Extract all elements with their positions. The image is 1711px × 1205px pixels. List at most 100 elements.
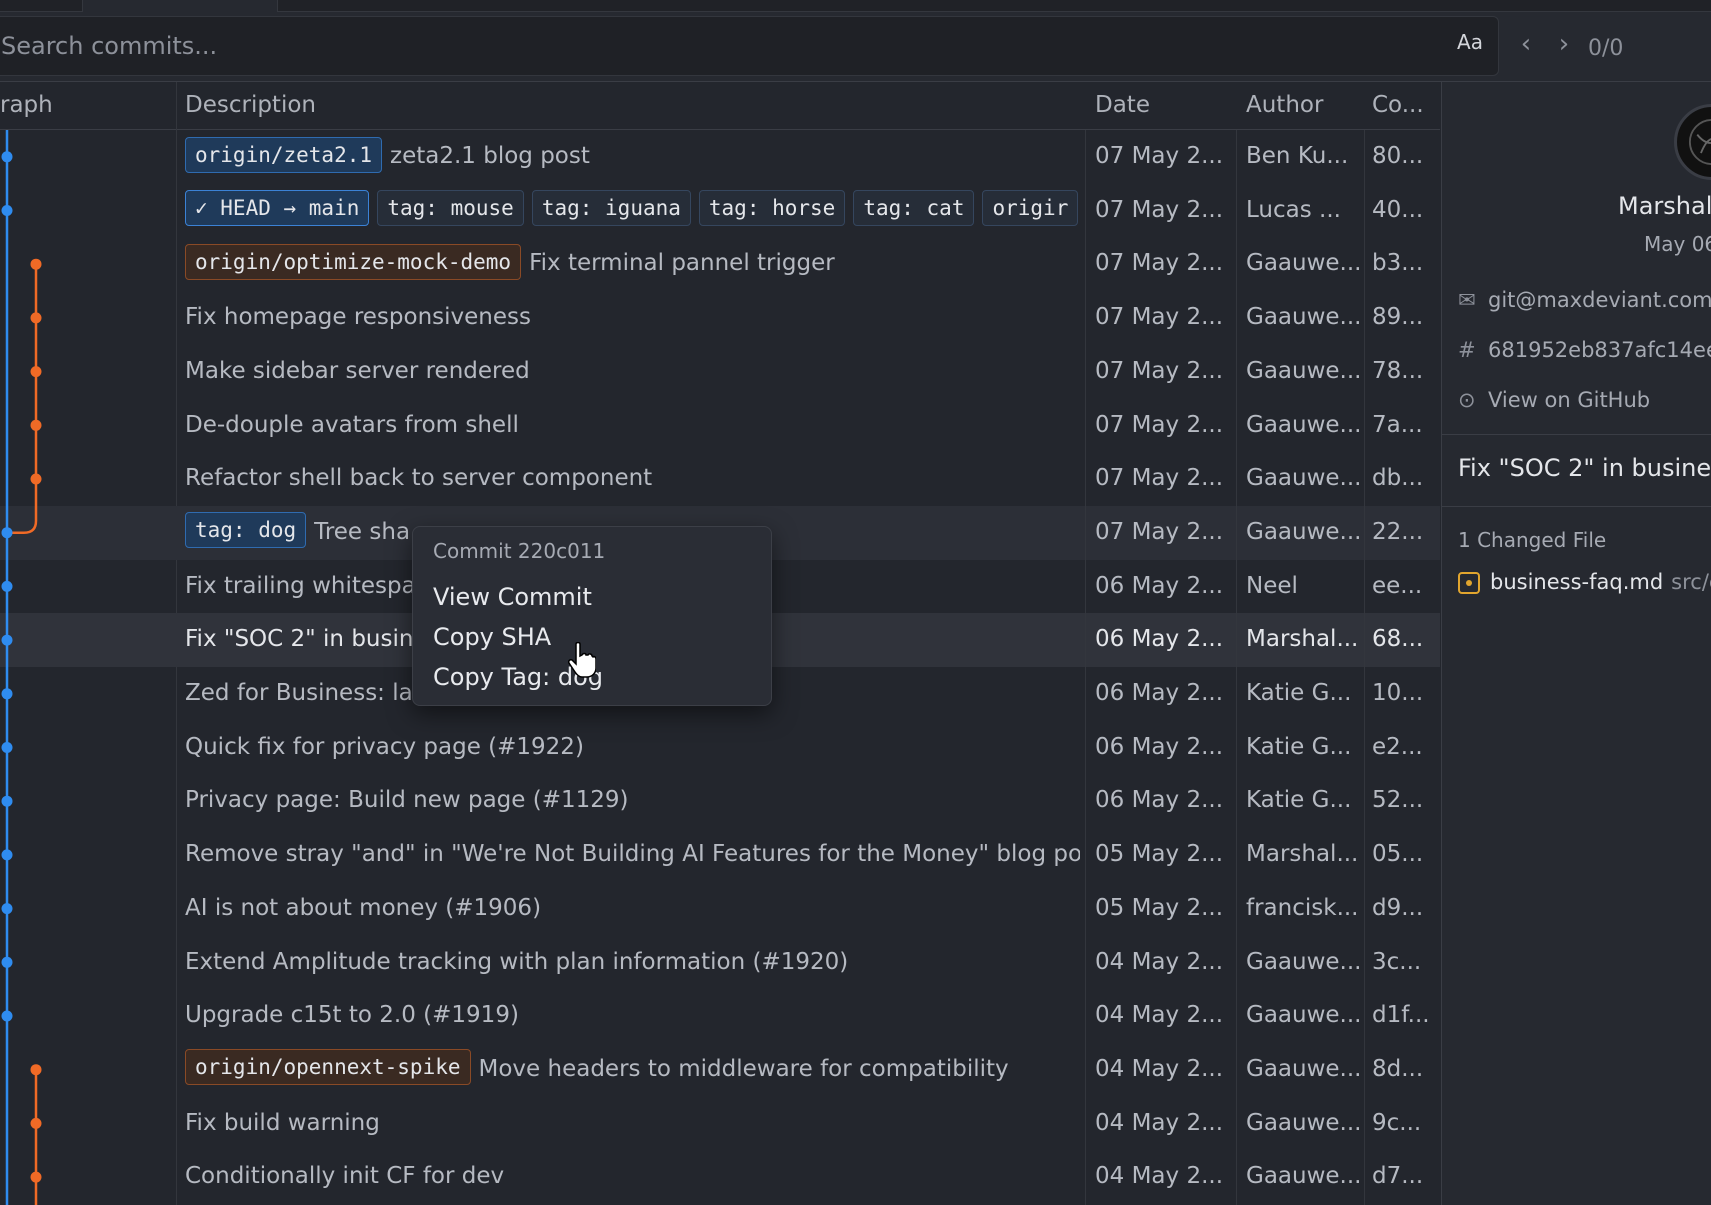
ref-badge[interactable]: tag: cat (853, 190, 975, 227)
commit-date-cell: 06 May 2... (1095, 680, 1224, 706)
changed-file-item[interactable]: business-faq.md src/c (1458, 570, 1711, 594)
table-row[interactable]: Refactor shell back to server component 0… (0, 452, 1440, 506)
github-icon: ⊙ (1458, 388, 1476, 412)
menu-item-copy-sha[interactable]: Copy SHA (433, 623, 551, 651)
commit-author-cell: Gaauwe... (1246, 411, 1362, 438)
chevron-left-icon[interactable]: ‹ (1514, 31, 1538, 57)
commit-sha-cell: db... (1372, 465, 1424, 492)
ref-badge[interactable]: origin/opennext-spike (185, 1049, 471, 1086)
table-row[interactable]: ✓ HEAD → main tag: mouse tag: iguana tag: h… (0, 184, 1440, 238)
commit-message: Move headers to middleware for compatibi… (478, 1055, 1009, 1082)
commit-sha-cell: d7... (1372, 1163, 1424, 1190)
commit-date-cell: 06 May 2... (1095, 572, 1224, 599)
commit-sha-cell: b3... (1372, 250, 1424, 277)
table-row[interactable]: Remove stray "and" in "We're Not Buildin… (0, 828, 1440, 882)
case-sensitive-toggle[interactable]: Aa (1450, 26, 1490, 58)
commit-dot (1, 849, 13, 861)
commit-date-cell: 07 May 2... (1095, 143, 1224, 169)
commit-message: Fix build warning (185, 1109, 380, 1136)
github-link[interactable]: ⊙ View on GitHub (1458, 388, 1650, 412)
side-branch-line (7, 264, 38, 534)
commit-description: origin/zeta2.1 zeta2.1 blog post (185, 130, 1080, 184)
commit-author-cell: Katie G... (1246, 787, 1352, 814)
commit-sha-cell: 52... (1372, 787, 1424, 814)
commit-dot (1, 527, 13, 539)
commit-dot (1, 795, 13, 807)
menu-item-view-commit[interactable]: View Commit (433, 583, 592, 611)
commit-dot (1, 903, 13, 915)
commit-dot (30, 419, 42, 431)
table-row[interactable]: AI is not about money (#1906) 05 May 2...… (0, 882, 1440, 936)
commit-date-cell: 04 May 2... (1095, 1109, 1224, 1136)
ref-badge[interactable]: tag: mouse (377, 190, 524, 227)
table-row[interactable]: origin/optimize-mock-demo Fix terminal pa… (0, 237, 1440, 291)
tab-active[interactable] (82, 0, 278, 12)
table-row[interactable]: Fix homepage responsiveness 07 May 2... Ga… (0, 291, 1440, 345)
table-row[interactable]: origin/opennext-spike Move headers to mid… (0, 1043, 1440, 1097)
commit-message: Refactor shell back to server component (185, 465, 653, 492)
commit-dot (1, 956, 13, 968)
commit-description: Quick fix for privacy page (#1922) (185, 721, 1080, 775)
context-menu: Commit 220c011 View Commit Copy SHA Copy… (412, 526, 772, 706)
commit-date: May 06 (1644, 232, 1711, 256)
commit-description: Extend Amplitude tracking with plan info… (185, 936, 1080, 990)
commit-message: AI is not about money (#1906) (185, 894, 542, 921)
commit-message: Remove stray "and" in "We're Not Buildin… (185, 841, 1080, 868)
ref-badge[interactable]: origin/optimize-mock-demo (185, 243, 522, 280)
file-name: business-faq.md (1490, 570, 1664, 594)
commit-date-cell: 06 May 2... (1095, 787, 1224, 814)
commit-dot (1, 151, 13, 163)
commit-message: Upgrade c15t to 2.0 (#1919) (185, 1002, 519, 1029)
commit-author-cell: Gaauwe... (1246, 465, 1362, 492)
tab-strip (0, 0, 1711, 12)
ref-badge[interactable]: tag: iguana (531, 190, 691, 227)
commit-sha: 681952eb837afc14eea (1488, 338, 1711, 362)
commit-date-cell: 07 May 2... (1095, 357, 1224, 384)
ref-badge[interactable]: tag: horse (698, 190, 846, 227)
file-path: src/c (1671, 570, 1711, 594)
match-count: 0/0 (1588, 36, 1624, 61)
commit-sha-cell: e2... (1372, 733, 1423, 760)
sha-row[interactable]: #681952eb837afc14eea (1458, 338, 1711, 362)
commit-dot (30, 312, 42, 324)
table-row[interactable]: Fix build warning 04 May 2... Gaauwe... 9c.… (0, 1097, 1440, 1151)
chevron-right-icon[interactable]: › (1552, 31, 1576, 57)
search-input[interactable] (0, 17, 1413, 75)
github-link-label: View on GitHub (1488, 388, 1651, 412)
header-commit[interactable]: Co... (1372, 92, 1424, 118)
commit-sha-cell: 9c... (1372, 1109, 1422, 1136)
commit-description: Fix build warning (185, 1097, 1080, 1151)
table-row[interactable]: Upgrade c15t to 2.0 (#1919) 04 May 2... Ga… (0, 989, 1440, 1043)
commit-date-cell: 07 May 2... (1095, 250, 1224, 277)
search-box (0, 16, 1499, 76)
table-row[interactable]: Privacy page: Build new page (#1129) 06 M… (0, 774, 1440, 828)
commit-message: Extend Amplitude tracking with plan info… (185, 948, 849, 975)
table-row[interactable]: Extend Amplitude tracking with plan info… (0, 936, 1440, 990)
header-date[interactable]: Date (1095, 92, 1150, 118)
table-row[interactable]: De-douple avatars from shell 07 May 2... G… (0, 399, 1440, 453)
commit-details-panel: Marshall May 06 ✉ git@maxdeviant.com #681… (1441, 82, 1711, 1205)
table-row[interactable]: origin/zeta2.1 zeta2.1 blog post 07 May 2.… (0, 130, 1440, 184)
ref-badge[interactable]: ✓ HEAD → main (185, 190, 370, 227)
commit-author-cell: francisk... (1246, 894, 1359, 921)
email-row[interactable]: ✉ git@maxdeviant.com (1458, 288, 1711, 312)
commit-dot (30, 1117, 42, 1129)
commit-sha-cell: 7a... (1372, 411, 1423, 438)
author-name: Marshall (1618, 192, 1711, 220)
ref-badge[interactable]: origin/zeta2.1 (185, 136, 383, 173)
ref-badge[interactable]: tag: dog (185, 512, 307, 549)
header-graph[interactable]: raph (0, 92, 53, 118)
divider (1442, 506, 1711, 507)
commit-description: Conditionally init CF for dev (185, 1150, 1080, 1204)
header-author[interactable]: Author (1246, 92, 1323, 118)
commit-dot (1, 688, 13, 700)
commit-message: Fix terminal pannel trigger (529, 250, 835, 277)
table-row[interactable]: Make sidebar server rendered 07 May 2... G… (0, 345, 1440, 399)
ref-badge[interactable]: origir (982, 190, 1079, 227)
header-description[interactable]: Description (185, 92, 316, 118)
column-divider (1085, 130, 1086, 1205)
table-row[interactable]: Quick fix for privacy page (#1922) 06 May… (0, 721, 1440, 775)
commit-description: Fix homepage responsiveness (185, 291, 1080, 345)
table-row[interactable]: Conditionally init CF for dev 04 May 2...… (0, 1150, 1440, 1204)
commit-message: De-douple avatars from shell (185, 411, 519, 438)
